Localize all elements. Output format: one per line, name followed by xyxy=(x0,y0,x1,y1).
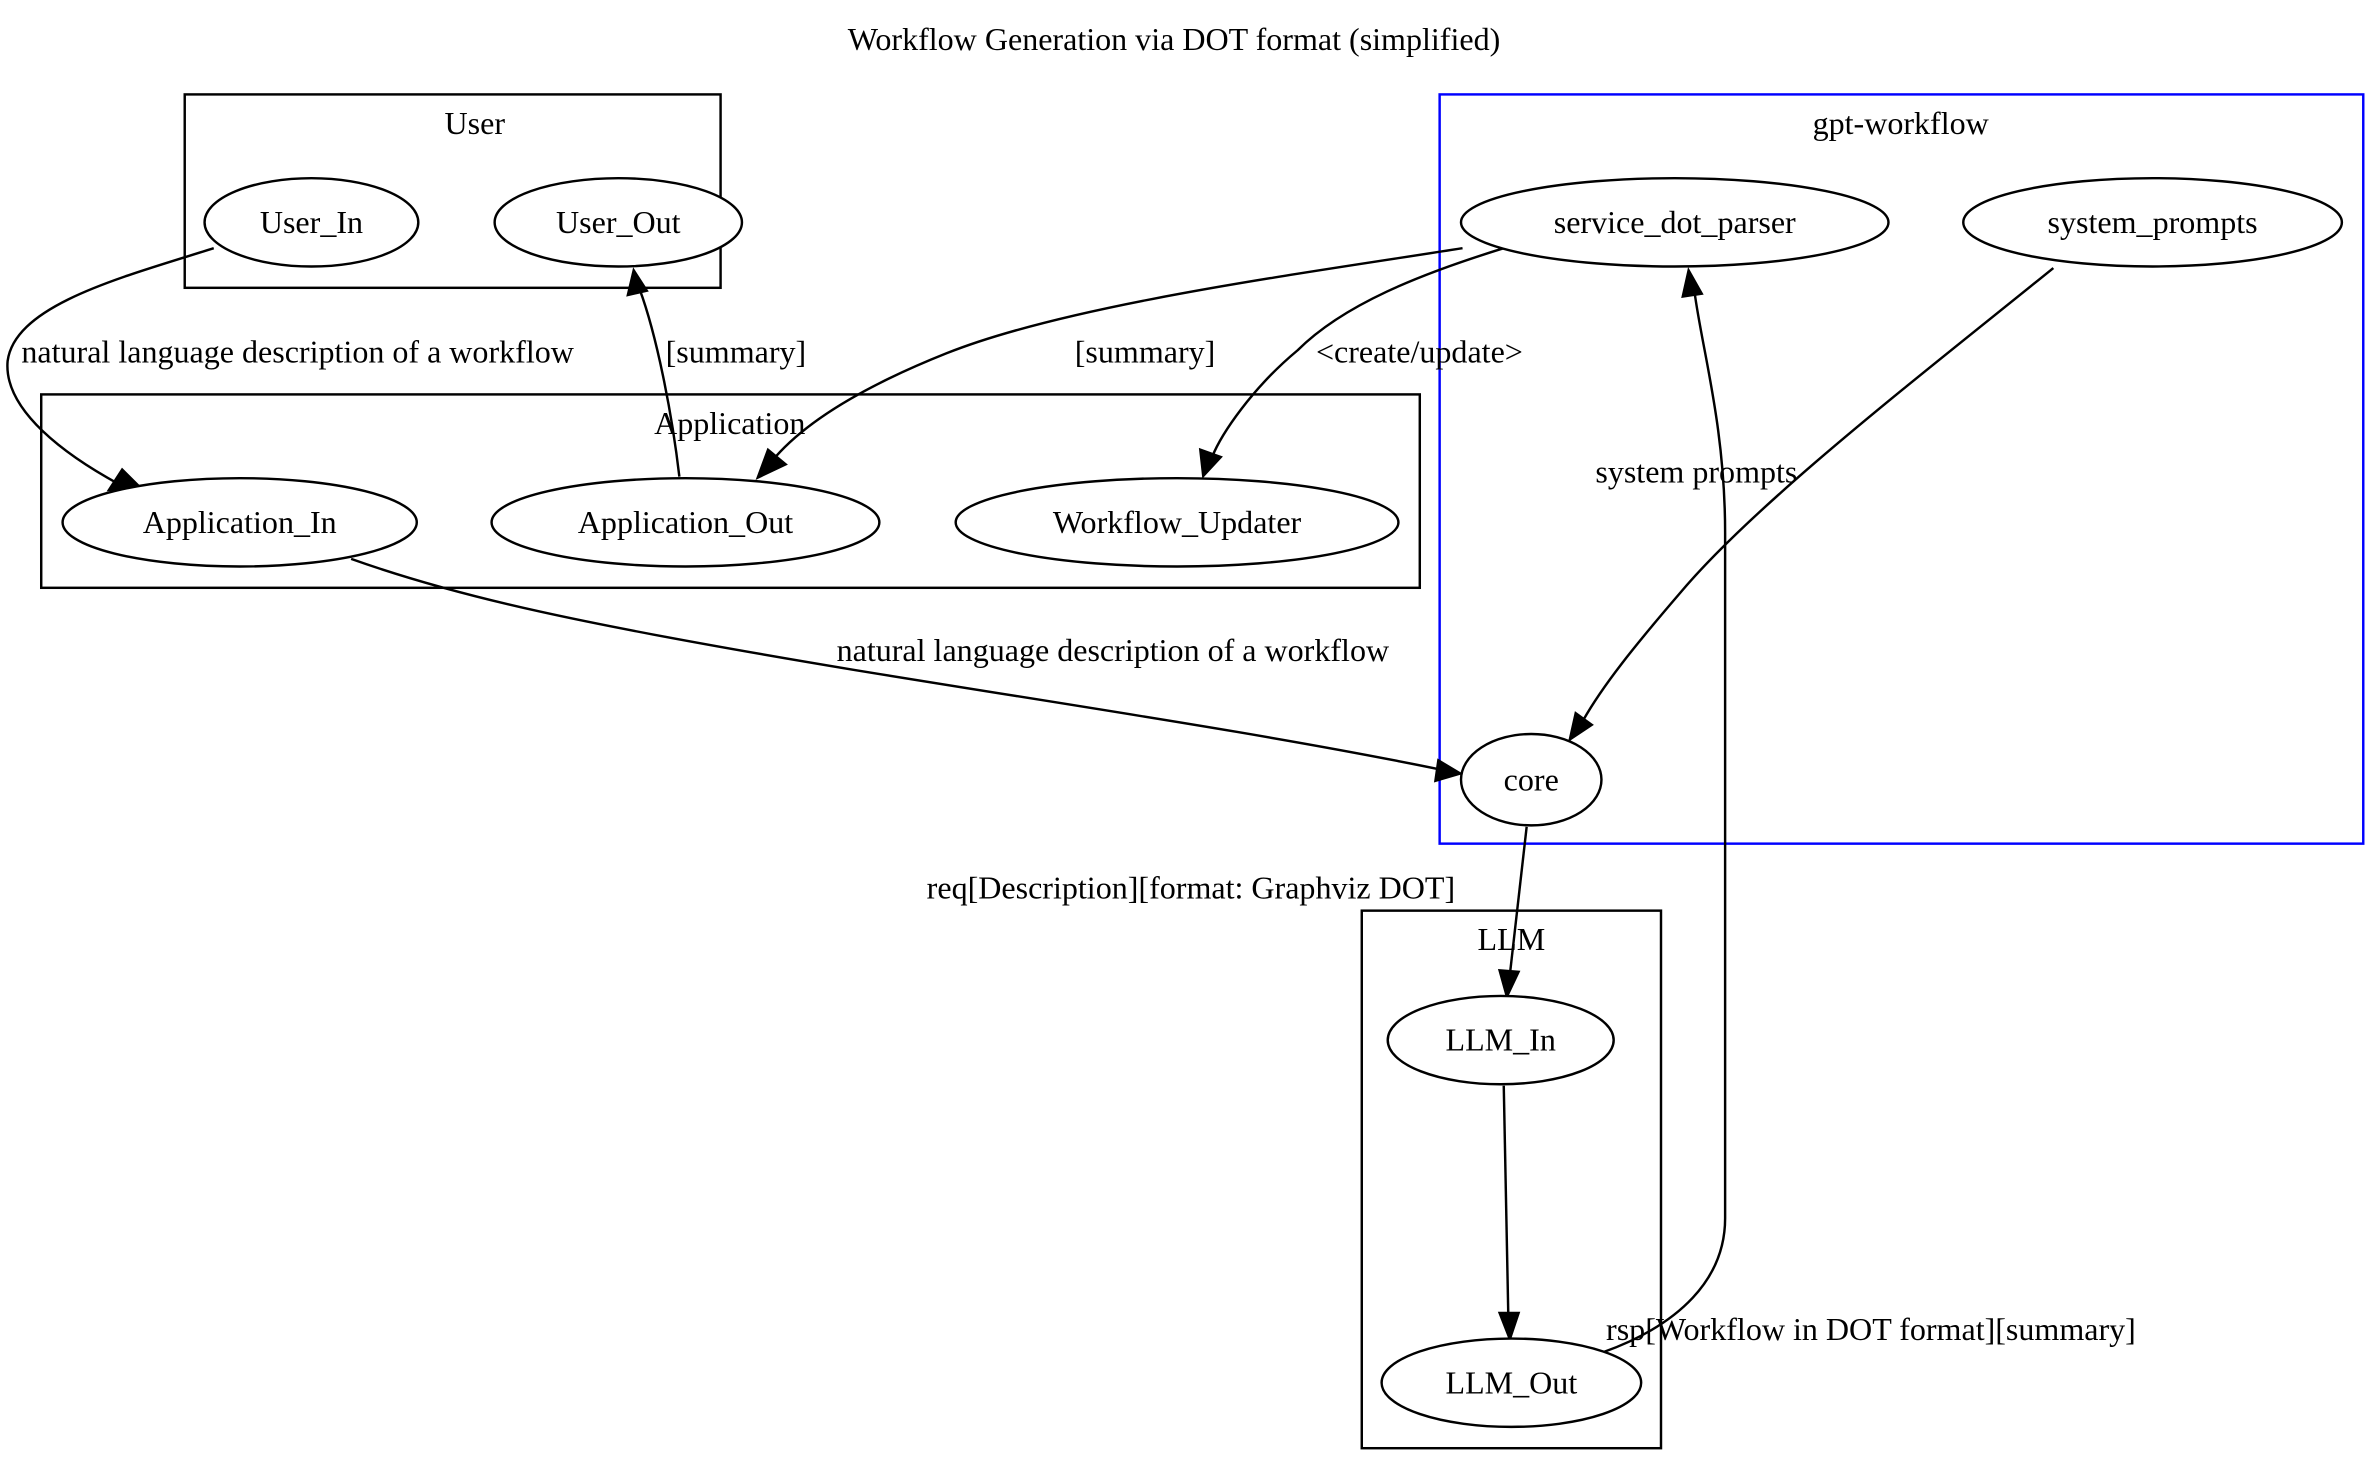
arrowhead-icon xyxy=(1198,447,1223,479)
edge-label-parser-updater: <create/update> xyxy=(1316,333,1523,369)
node-service-dot-parser[interactable]: service_dot_parser xyxy=(1459,176,1890,268)
node-llm-out-label: LLM_Out xyxy=(1446,1364,1578,1400)
node-user-in[interactable]: User_In xyxy=(203,176,420,268)
node-system-prompts-label: system_prompts xyxy=(2048,204,2258,240)
cluster-user-label: User xyxy=(445,105,506,141)
node-llm-in-label: LLM_In xyxy=(1446,1022,1556,1058)
arrowhead-icon xyxy=(1497,1311,1521,1343)
node-core-label: core xyxy=(1504,761,1559,797)
arrowhead-icon xyxy=(755,447,788,480)
node-application-in-label: Application_In xyxy=(143,504,337,540)
node-application-out[interactable]: Application_Out xyxy=(490,476,881,568)
arrowhead-icon xyxy=(1497,969,1521,1001)
edge-core-to-llmin: req[Description][format: Graphviz DOT] xyxy=(927,826,1528,1001)
node-application-in[interactable]: Application_In xyxy=(61,476,418,568)
arrowhead-icon xyxy=(1681,267,1704,299)
edge-label-userin-appin: natural language description of a workfl… xyxy=(21,333,574,369)
node-system-prompts[interactable]: system_prompts xyxy=(1962,176,2344,268)
node-workflow-updater-label: Workflow_Updater xyxy=(1053,504,1302,540)
node-workflow-updater[interactable]: Workflow_Updater xyxy=(954,476,1400,568)
node-user-in-label: User_In xyxy=(260,204,363,240)
edge-llmin-to-llmout xyxy=(1497,1085,1521,1343)
edge-prompts-to-core: system prompts xyxy=(1568,267,2055,743)
node-application-out-label: Application_Out xyxy=(578,504,793,540)
diagram-title: Workflow Generation via DOT format (simp… xyxy=(848,21,1501,57)
cluster-application-label: Application xyxy=(654,405,805,441)
arrowhead-icon xyxy=(1433,758,1464,783)
edge-appout-to-userout: [summary] xyxy=(626,267,807,477)
edge-label-core-llmin: req[Description][format: Graphviz DOT] xyxy=(927,870,1455,906)
edge-label-prompts-core: system prompts xyxy=(1595,454,1797,490)
edge-label-parser-appout: [summary] xyxy=(1075,333,1216,369)
edge-llmout-to-parser: rsp[Workflow in DOT format][summary] xyxy=(1602,267,2136,1354)
node-user-out[interactable]: User_Out xyxy=(493,176,744,268)
node-user-out-label: User_Out xyxy=(556,204,681,240)
edge-label-appin-core: natural language description of a workfl… xyxy=(837,632,1390,668)
node-llm-in[interactable]: LLM_In xyxy=(1386,994,1615,1086)
node-llm-out[interactable]: LLM_Out xyxy=(1380,1337,1643,1429)
cluster-gpt-workflow-label: gpt-workflow xyxy=(1813,105,1989,141)
node-core[interactable]: core xyxy=(1459,732,1603,827)
arrowhead-icon xyxy=(626,267,649,297)
edge-userin-to-appin: natural language description of a workfl… xyxy=(6,247,574,492)
edge-label-llmout-parser: rsp[Workflow in DOT format][summary] xyxy=(1606,1311,2136,1347)
edge-appin-to-core: natural language description of a workfl… xyxy=(350,557,1464,783)
arrowhead-icon xyxy=(1568,711,1594,743)
node-service-dot-parser-label: service_dot_parser xyxy=(1554,204,1796,240)
edge-label-appout-userout: [summary] xyxy=(666,333,807,369)
workflow-diagram: Workflow Generation via DOT format (simp… xyxy=(6,21,2365,1450)
